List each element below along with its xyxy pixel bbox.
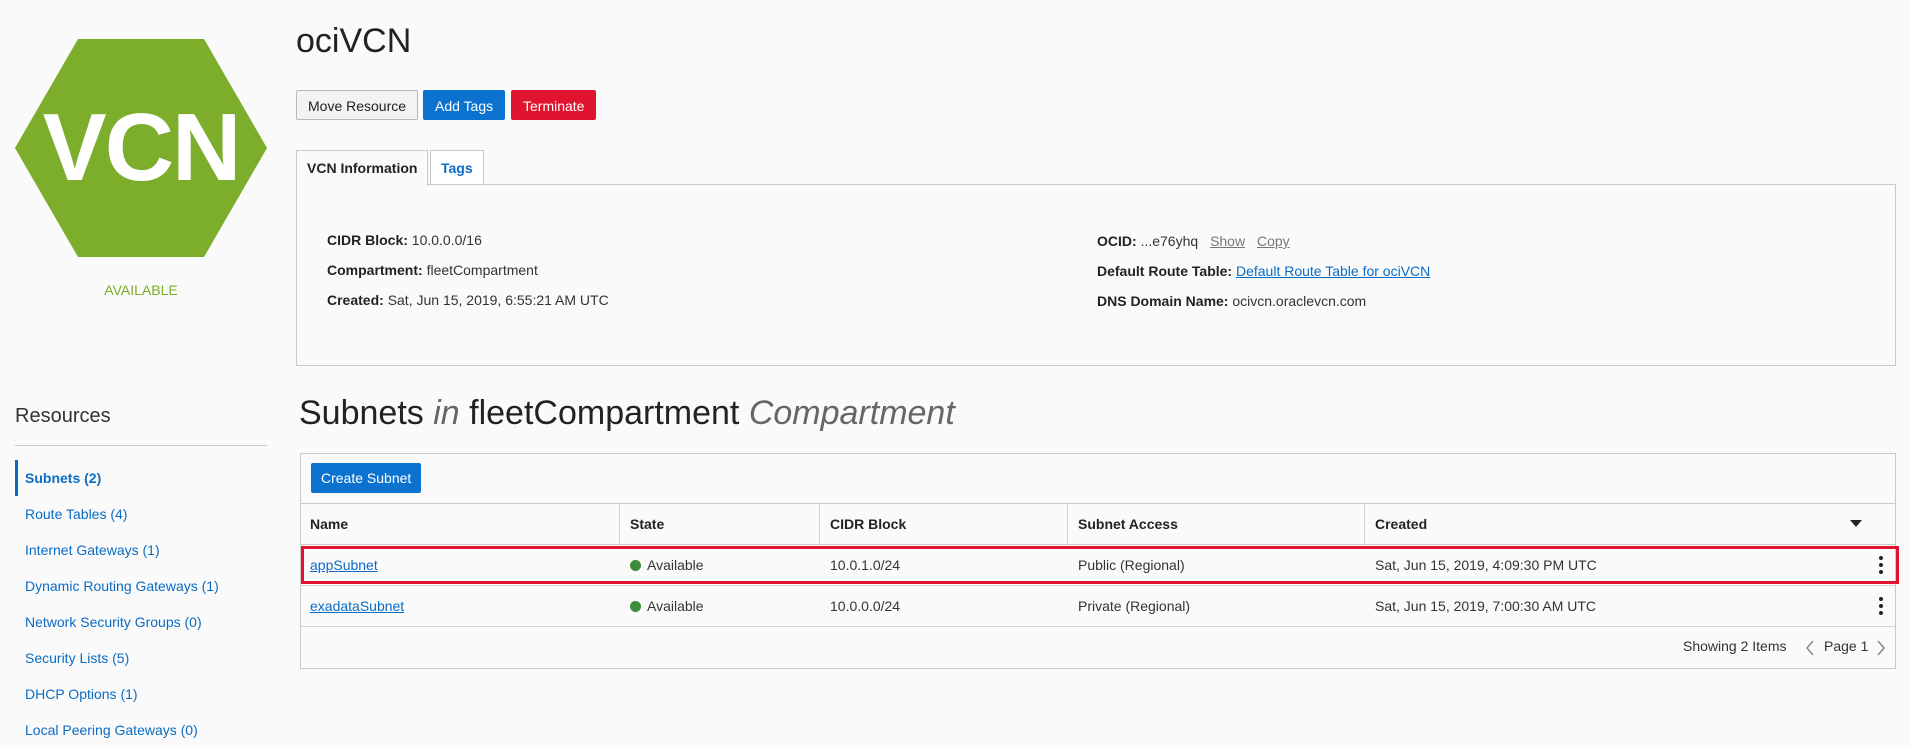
subnet-state: Available <box>647 598 704 614</box>
subnets-heading: Subnets in fleetCompartment Compartment <box>299 394 955 433</box>
sidebar-item-route-tables[interactable]: Route Tables (4) <box>15 496 267 532</box>
subnet-access-cell: Private (Regional) <box>1078 598 1191 614</box>
status-dot-icon <box>630 601 641 612</box>
items-count: Showing 2 Items <box>1683 638 1787 654</box>
route-table-link[interactable]: Default Route Table for ociVCN <box>1236 263 1430 279</box>
subnet-access-cell: Public (Regional) <box>1078 557 1185 573</box>
table-row[interactable]: exadataSubnet Available 10.0.0.0/24 Priv… <box>300 586 1896 627</box>
terminate-button[interactable]: Terminate <box>511 90 597 120</box>
create-subnet-button[interactable]: Create Subnet <box>311 463 422 493</box>
ocid-show-link[interactable]: Show <box>1210 233 1245 249</box>
page-indicator: Page 1 <box>1824 638 1869 654</box>
subnets-heading-in: in <box>433 394 460 432</box>
subnets-heading-compartment: fleetCompartment <box>469 394 740 432</box>
sidebar-item-subnets[interactable]: Subnets (2) <box>15 460 267 496</box>
status-label: AVAILABLE <box>104 282 178 298</box>
route-table-label: Default Route Table: <box>1097 263 1233 279</box>
sidebar-item-security-lists[interactable]: Security Lists (5) <box>15 640 267 676</box>
column-header-state[interactable]: State <box>620 504 820 544</box>
compartment-label: Compartment: <box>327 262 423 278</box>
subnet-created-cell: Sat, Jun 15, 2019, 7:00:30 AM UTC <box>1375 598 1597 614</box>
move-resource-button[interactable]: Move Resource <box>296 90 419 120</box>
column-header-name[interactable]: Name <box>300 504 620 544</box>
created-value: Sat, Jun 15, 2019, 6:55:21 AM UTC <box>387 292 609 308</box>
vcn-info-panel: CIDR Block: 10.0.0.0/16 Compartment: fle… <box>296 184 1896 366</box>
resources-divider <box>15 445 267 446</box>
created-field: Created: Sat, Jun 15, 2019, 6:55:21 AM U… <box>327 292 609 308</box>
subnet-cidr-cell: 10.0.0.0/24 <box>830 598 901 614</box>
tab-tags[interactable]: Tags <box>430 150 484 185</box>
column-header-cidr-block[interactable]: CIDR Block <box>820 504 1068 544</box>
dns-domain-value: ocivcn.oraclevcn.com <box>1232 293 1367 309</box>
table-row[interactable]: appSubnet Available 10.0.1.0/24 Public (… <box>300 545 1896 586</box>
chevron-right-icon[interactable] <box>1876 640 1886 656</box>
dns-domain-label: DNS Domain Name: <box>1097 293 1229 309</box>
resources-title: Resources <box>15 405 111 427</box>
subnet-cidr-cell: 10.0.1.0/24 <box>830 557 901 573</box>
compartment-value: fleetCompartment <box>426 262 538 278</box>
sidebar-item-dhcp-options[interactable]: DHCP Options (1) <box>15 676 267 712</box>
page-title: ociVCN <box>296 22 412 60</box>
column-header-created[interactable]: Created <box>1365 504 1845 544</box>
compartment-field: Compartment: fleetCompartment <box>327 262 538 278</box>
row-actions-menu-icon[interactable] <box>1874 555 1888 575</box>
subnet-name-link[interactable]: exadataSubnet <box>310 598 404 614</box>
subnet-state-cell: Available <box>620 586 704 626</box>
tab-vcn-information[interactable]: VCN Information <box>296 150 429 186</box>
cidr-block-field: CIDR Block: 10.0.0.0/16 <box>327 232 482 248</box>
dns-domain-field: DNS Domain Name: ocivcn.oraclevcn.com <box>1097 293 1366 309</box>
cidr-block-value: 10.0.0.0/16 <box>411 232 482 248</box>
chevron-left-icon[interactable] <box>1805 640 1815 656</box>
sidebar-item-dynamic-routing-gateways[interactable]: Dynamic Routing Gateways (1) <box>15 568 267 604</box>
subnets-heading-title: Subnets <box>299 394 424 432</box>
subnet-state-cell: Available <box>620 545 704 585</box>
ocid-label: OCID: <box>1097 233 1137 249</box>
subnet-created-cell: Sat, Jun 15, 2019, 4:09:30 PM UTC <box>1375 557 1597 573</box>
resources-list: Subnets (2) Route Tables (4) Internet Ga… <box>15 460 267 748</box>
subnets-heading-suffix: Compartment <box>748 394 955 432</box>
column-header-subnet-access[interactable]: Subnet Access <box>1068 504 1365 544</box>
ocid-copy-link[interactable]: Copy <box>1257 233 1290 249</box>
sidebar-item-network-security-groups[interactable]: Network Security Groups (0) <box>15 604 267 640</box>
subnet-name-cell: exadataSubnet <box>300 586 404 626</box>
ocid-field: OCID: ...e76yhq Show Copy <box>1097 233 1290 249</box>
sidebar-item-local-peering-gateways[interactable]: Local Peering Gateways (0) <box>15 712 267 748</box>
ocid-value: ...e76yhq <box>1140 233 1199 249</box>
status-dot-icon <box>630 560 641 571</box>
caret-down-icon[interactable] <box>1850 520 1862 528</box>
route-table-field: Default Route Table: Default Route Table… <box>1097 263 1430 279</box>
subnet-state: Available <box>647 557 704 573</box>
sidebar-item-internet-gateways[interactable]: Internet Gateways (1) <box>15 532 267 568</box>
table-header: Name State CIDR Block Subnet Access Crea… <box>300 503 1896 545</box>
subnet-name-cell: appSubnet <box>300 545 378 585</box>
logo-text: VCN <box>42 94 242 201</box>
add-tags-button[interactable]: Add Tags <box>423 90 506 120</box>
row-actions-menu-icon[interactable] <box>1874 596 1888 616</box>
created-label: Created: <box>327 292 384 308</box>
subnet-name-link[interactable]: appSubnet <box>310 557 378 573</box>
cidr-block-label: CIDR Block: <box>327 232 408 248</box>
vcn-logo: VCN <box>15 39 267 257</box>
